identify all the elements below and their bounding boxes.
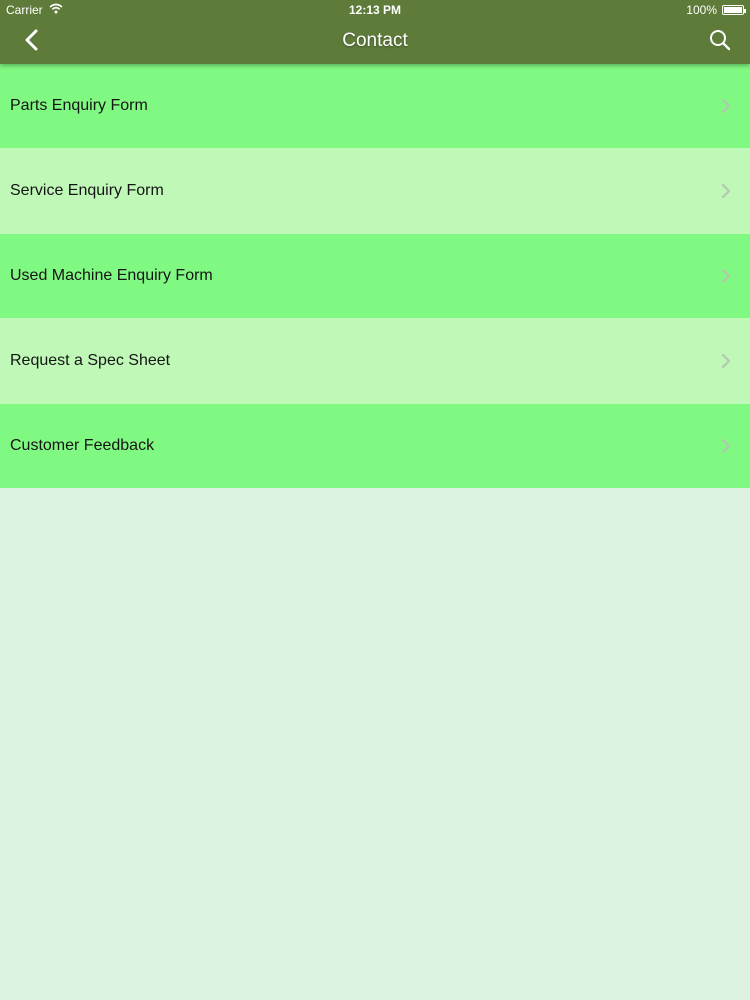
top-bar: Carrier 12:13 PM 100% Contact: [0, 0, 750, 64]
menu-item-used-machine-enquiry-form[interactable]: Used Machine Enquiry Form: [0, 234, 750, 318]
search-button[interactable]: [702, 24, 738, 60]
chevron-right-icon: [720, 438, 732, 454]
menu-item-customer-feedback[interactable]: Customer Feedback: [0, 404, 750, 488]
chevron-right-icon: [720, 98, 732, 114]
menu-item-service-enquiry-form[interactable]: Service Enquiry Form: [0, 148, 750, 234]
menu-item-label: Request a Spec Sheet: [10, 352, 171, 369]
status-time: 12:13 PM: [348, 3, 402, 17]
menu-item-parts-enquiry-form[interactable]: Parts Enquiry Form: [0, 64, 750, 148]
contact-menu-list: Parts Enquiry Form Service Enquiry Form …: [0, 64, 750, 488]
status-bar: Carrier 12:13 PM 100%: [0, 0, 750, 20]
navigation-bar: Contact: [0, 20, 750, 64]
search-icon: [708, 28, 732, 57]
menu-item-label: Used Machine Enquiry Form: [10, 267, 213, 284]
page-title: Contact: [342, 30, 408, 51]
chevron-right-icon: [720, 268, 732, 284]
menu-item-label: Parts Enquiry Form: [10, 97, 148, 114]
battery-percent: 100%: [686, 3, 717, 17]
chevron-right-icon: [720, 183, 732, 199]
status-right: 100%: [686, 3, 746, 17]
menu-item-label: Customer Feedback: [10, 437, 155, 454]
menu-item-label: Service Enquiry Form: [10, 182, 164, 199]
menu-item-request-a-spec-sheet[interactable]: Request a Spec Sheet: [0, 318, 750, 404]
battery-icon: [722, 5, 746, 15]
chevron-right-icon: [720, 353, 732, 369]
